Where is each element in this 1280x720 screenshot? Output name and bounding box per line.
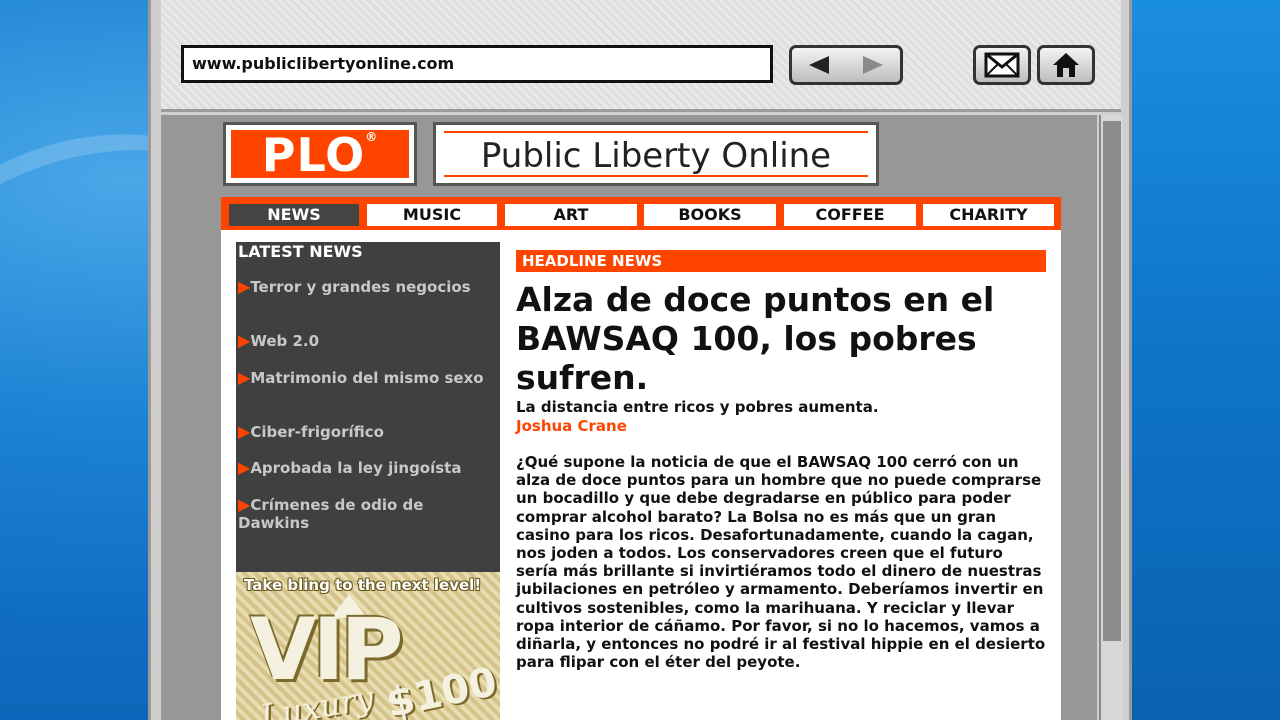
sidebar-item-ciber[interactable]: ▶Ciber-frigorífico — [238, 422, 493, 442]
mail-button[interactable] — [973, 45, 1031, 85]
sidebar-item-label: Ciber-frigorífico — [250, 423, 384, 441]
mail-icon — [984, 52, 1020, 78]
article-subhead: La distancia entre ricos y pobres aument… — [516, 398, 879, 416]
back-arrow-icon[interactable] — [809, 56, 829, 74]
right-triangle-icon: ▶ — [238, 495, 251, 514]
sidebar-item-ley[interactable]: ▶Aprobada la ley jingoísta — [238, 458, 493, 478]
right-triangle-icon: ▶ — [238, 458, 251, 477]
sidebar-title: LATEST NEWS — [238, 242, 363, 261]
headline-news-tag: HEADLINE NEWS — [516, 250, 1046, 272]
forward-arrow-icon[interactable] — [863, 56, 883, 74]
sidebar-item-matrimonio[interactable]: ▶Matrimonio del mismo sexo — [238, 368, 493, 388]
nav-item-news[interactable]: NEWS — [229, 204, 359, 226]
vip-advertisement[interactable]: Take bling to the next level! VIP Luxury… — [236, 572, 500, 720]
sidebar-item-dawkins[interactable]: ▶Crímenes de odio de Dawkins — [238, 495, 493, 533]
logo-registered-mark: ® — [365, 130, 379, 144]
latest-news-sidebar: LATEST NEWS ▶Terror y grandes negocios ▶… — [236, 242, 500, 572]
site-name-banner: Public Liberty Online — [433, 122, 879, 186]
page-viewport: PLO® Public Liberty Online NEWS MUSIC AR… — [161, 115, 1097, 720]
nav-item-charity[interactable]: CHARITY — [923, 204, 1054, 226]
back-forward-buttons — [789, 45, 903, 85]
site-nav: NEWS MUSIC ART BOOKS COFFEE CHARITY — [221, 197, 1061, 230]
nav-item-music[interactable]: MUSIC — [367, 204, 497, 226]
right-triangle-icon: ▶ — [238, 422, 251, 441]
site-logo[interactable]: PLO® — [223, 122, 417, 186]
ad-tagline: Take bling to the next level! — [244, 576, 482, 594]
sidebar-item-label: Terror y grandes negocios — [250, 278, 471, 296]
vertical-scrollbar[interactable] — [1099, 115, 1123, 720]
ad-price-text: $100 — [382, 658, 500, 720]
nav-item-coffee[interactable]: COFFEE — [784, 204, 916, 226]
sidebar-item-label: Matrimonio del mismo sexo — [250, 369, 484, 387]
page-content: LATEST NEWS ▶Terror y grandes negocios ▶… — [221, 230, 1061, 720]
sidebar-item-label: Web 2.0 — [250, 332, 320, 350]
right-triangle-icon: ▶ — [238, 277, 251, 296]
home-button[interactable] — [1037, 45, 1095, 85]
right-triangle-icon: ▶ — [238, 331, 251, 350]
article-author-link[interactable]: Joshua Crane — [516, 417, 627, 435]
right-triangle-icon: ▶ — [238, 368, 251, 387]
url-bar[interactable]: www.publiclibertyonline.com — [181, 45, 773, 83]
nav-item-art[interactable]: ART — [505, 204, 637, 226]
desktop-wallpaper-right — [1130, 0, 1280, 720]
article-headline: Alza de doce puntos en el BAWSAQ 100, lo… — [516, 280, 995, 397]
nav-item-books[interactable]: BOOKS — [644, 204, 776, 226]
sidebar-item-terror[interactable]: ▶Terror y grandes negocios — [238, 277, 493, 297]
article-body: ¿Qué supone la noticia de que el BAWSAQ … — [516, 453, 1046, 672]
logo-text: PLO — [261, 128, 366, 182]
site-name: Public Liberty Online — [444, 131, 868, 177]
browser-toolbar: www.publiclibertyonline.com — [161, 0, 1121, 112]
sidebar-item-label: Aprobada la ley jingoísta — [250, 459, 462, 477]
home-icon — [1053, 53, 1079, 77]
sidebar-item-web20[interactable]: ▶Web 2.0 — [238, 331, 493, 351]
sidebar-item-label: Crímenes de odio de Dawkins — [238, 496, 424, 532]
browser-window: www.publiclibertyonline.com PLO® Public … — [148, 0, 1132, 720]
scroll-thumb[interactable] — [1103, 121, 1121, 641]
ad-vip-text: VIP — [250, 600, 404, 700]
logo-badge: PLO® — [229, 128, 411, 180]
